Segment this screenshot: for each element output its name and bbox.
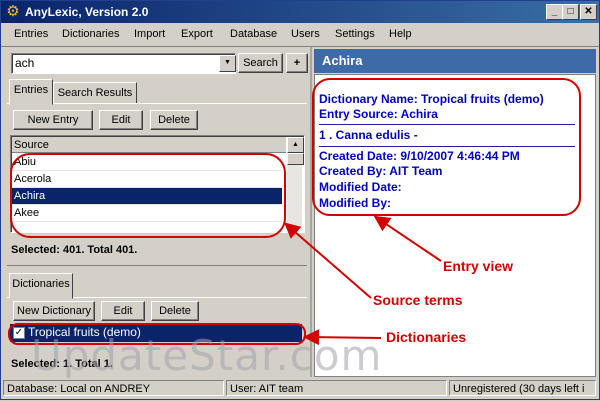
app-window: ⚙ AnyLexic, Version 2.0 _ □ ✕ Entries Di… <box>0 0 600 400</box>
status-database: Database: Local on ANDREY <box>3 380 224 396</box>
annotation-dictionaries: Dictionaries <box>386 329 467 345</box>
source-terms-arrow <box>283 222 372 299</box>
status-bar: Database: Local on ANDREY User: AIT team… <box>1 378 599 398</box>
entry-view-arrow <box>373 215 442 262</box>
tab-entries[interactable]: Entries <box>9 79 53 105</box>
annotation-arrows <box>283 215 442 346</box>
dictionaries-arrow <box>303 329 382 346</box>
status-registration: Unregistered (30 days left i <box>449 380 596 396</box>
status-user: User: AIT team <box>226 380 447 396</box>
annotation-entry-view: Entry view <box>443 258 514 274</box>
annotation-source-terms: Source terms <box>373 292 463 308</box>
tab-dictionaries[interactable]: Dictionaries <box>9 273 73 299</box>
